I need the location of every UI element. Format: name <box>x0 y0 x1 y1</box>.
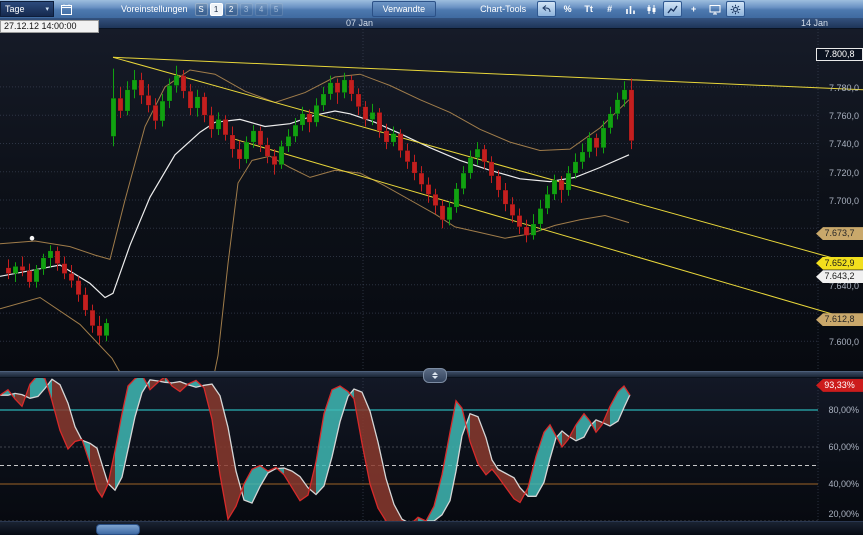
price-axis-label: 7.720,0 <box>829 168 859 179</box>
price-marker-badge: 7.652,9 <box>816 257 863 270</box>
scrollbar-thumb[interactable] <box>96 524 140 535</box>
candlestick-icon[interactable] <box>642 1 661 17</box>
time-axis[interactable]: 07 Jan 14 Jan <box>0 18 863 29</box>
oscillator-axis-label: 60,00% <box>828 442 859 453</box>
chevron-down-icon: ▾ <box>45 5 49 13</box>
current-price-badge: 7.800,8 <box>816 48 863 61</box>
price-marker-badge: 7.612,8 <box>816 313 863 326</box>
chart-toolbar: Tage ▾ Voreinstellungen S12345 Verwandte… <box>0 0 863 18</box>
bar-chart-icon[interactable] <box>621 1 640 17</box>
presets-label: Voreinstellungen <box>121 4 188 14</box>
price-axis-label: 7.780,0 <box>829 83 859 94</box>
oscillator-axis-label: 80,00% <box>828 405 859 416</box>
candlestick-chart[interactable] <box>0 29 863 371</box>
horizontal-scrollbar[interactable] <box>0 521 863 535</box>
price-axis-label: 7.600,0 <box>829 337 859 348</box>
splitter-handle[interactable] <box>423 368 447 383</box>
chart-tool-icons: %Tt# + <box>536 1 746 17</box>
oscillator-chart[interactable] <box>0 378 863 521</box>
preset-button-S[interactable]: S <box>195 3 208 16</box>
price-axis-label: 7.760,0 <box>829 111 859 122</box>
indicator-panel[interactable]: 93,33% 80,00% 60,00% 40,00% 20,00% <box>0 378 863 521</box>
text-tool-icon[interactable]: Tt <box>579 1 598 17</box>
oscillator-axis-label: 40,00% <box>828 479 859 490</box>
preset-button-2[interactable]: 2 <box>225 3 238 16</box>
main-chart-panel[interactable]: 7.800,8 7.780,0 7.760,0 7.740,0 7.720,0 7.70… <box>0 29 863 371</box>
trading-chart-window: Tage ▾ Voreinstellungen S12345 Verwandte… <box>0 0 863 535</box>
line-chart-icon[interactable] <box>663 1 682 17</box>
calendar-icon[interactable] <box>57 1 76 17</box>
percent-icon[interactable]: % <box>558 1 577 17</box>
time-axis-label: 14 Jan <box>801 18 828 28</box>
grid-icon[interactable]: # <box>600 1 619 17</box>
price-axis-label: 7.700,0 <box>829 196 859 207</box>
oscillator-value-badge: 93,33% <box>816 379 863 392</box>
chart-tools-label: Chart-Tools <box>480 4 526 14</box>
undo-icon[interactable] <box>537 1 556 17</box>
preset-button-4[interactable]: 4 <box>255 3 268 16</box>
time-axis-label: 07 Jan <box>346 18 373 28</box>
preset-button-3[interactable]: 3 <box>240 3 253 16</box>
collapse-up-icon <box>432 372 438 375</box>
screen-icon[interactable] <box>705 1 724 17</box>
preset-button-5[interactable]: 5 <box>270 3 283 16</box>
preset-button-1[interactable]: 1 <box>210 3 223 16</box>
price-marker-badge: 7.673,7 <box>816 227 863 240</box>
price-axis-label: 7.740,0 <box>829 139 859 150</box>
panel-splitter[interactable] <box>0 371 863 378</box>
timeframe-label: Tage <box>5 4 25 14</box>
related-button[interactable]: Verwandte <box>372 1 437 17</box>
preset-buttons: S12345 <box>194 3 284 16</box>
crosshair-icon[interactable]: + <box>684 1 703 17</box>
timeframe-dropdown[interactable]: Tage ▾ <box>0 1 54 17</box>
collapse-down-icon <box>432 376 438 379</box>
price-marker-badge: 7.643,2 <box>816 270 863 283</box>
oscillator-axis-label: 20,00% <box>828 509 859 520</box>
gear-icon[interactable] <box>726 1 745 17</box>
crosshair-timestamp: 27.12.12 14:00:00 <box>0 20 99 33</box>
